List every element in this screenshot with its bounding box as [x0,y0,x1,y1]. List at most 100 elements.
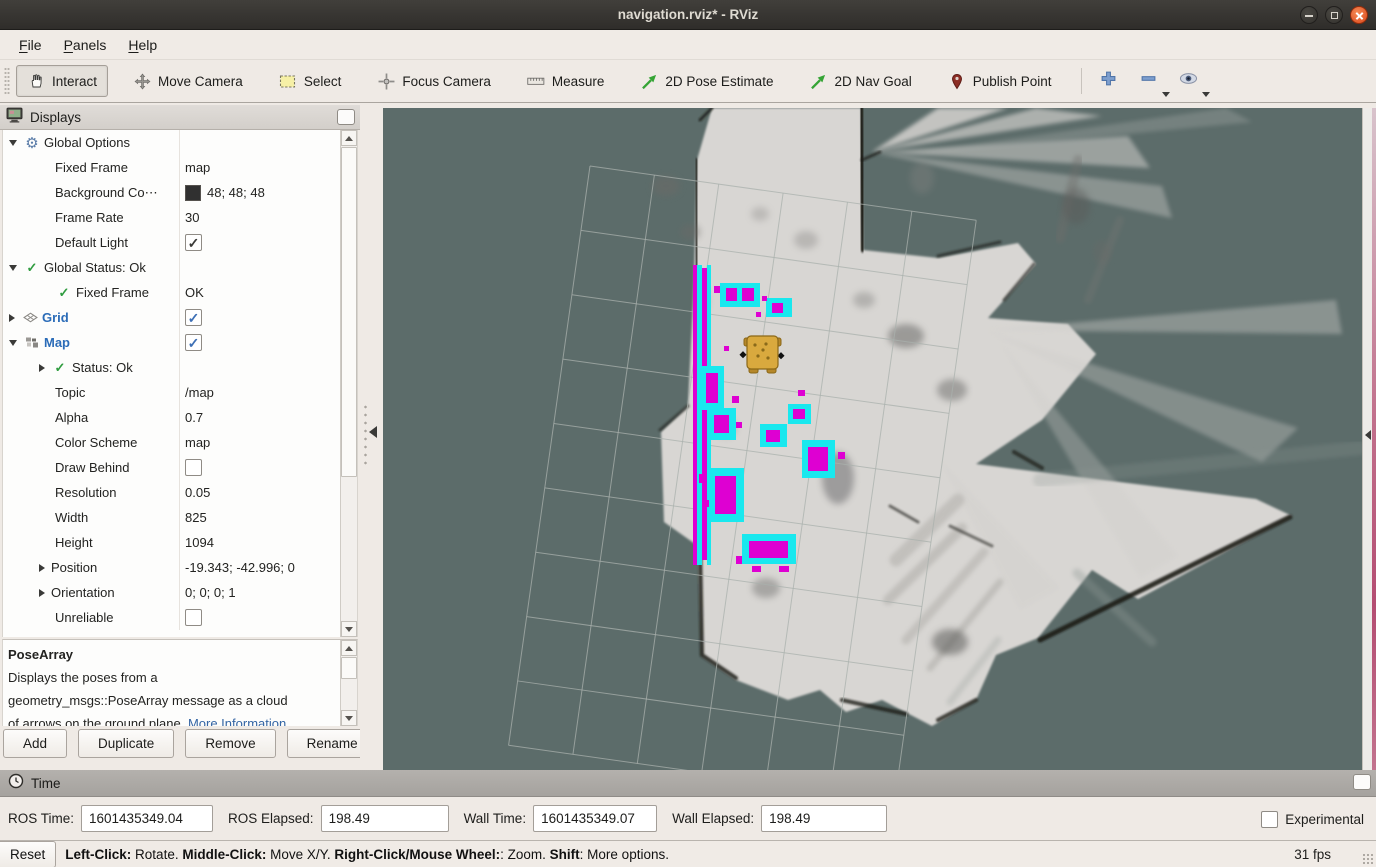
wall-time-input[interactable]: 1601435349.07 [533,805,657,832]
title-bar[interactable]: navigation.rviz* - RViz [0,0,1376,30]
expander-closed-icon[interactable] [9,314,15,322]
property-checkbox[interactable] [185,459,202,476]
scroll-down-icon[interactable] [341,710,357,726]
scrollbar-thumb[interactable] [341,657,357,679]
value-text[interactable]: 0.05 [185,485,210,500]
tool-move-camera[interactable]: Move Camera [122,65,254,97]
displays-scrollbar[interactable] [340,130,357,637]
menu-help[interactable]: Help [117,33,168,57]
tree-row-global-options[interactable]: ⚙Global Options [3,130,357,155]
scrollbar-thumb[interactable] [341,147,357,477]
tool-publish-point[interactable]: Publish Point [937,65,1063,97]
tree-row-orientation[interactable]: Orientation0; 0; 0; 1 [3,580,357,605]
ros-elapsed-input[interactable]: 198.49 [321,805,449,832]
value-text[interactable]: 48; 48; 48 [207,185,265,200]
remove-button[interactable]: Remove [185,729,275,758]
value-text[interactable]: 0; 0; 0; 1 [185,585,236,600]
tree-row-color-scheme[interactable]: Color Schememap [3,430,357,455]
tool-select[interactable]: Select [268,65,353,97]
displays-float-button[interactable] [337,109,355,125]
tree-row-frame-rate[interactable]: Frame Rate30 [3,205,357,230]
splitter-handle[interactable] [363,403,368,469]
expander-closed-icon[interactable] [39,589,45,597]
tree-row-unreliable[interactable]: Unreliable [3,605,357,630]
tree-row-grid[interactable]: Grid✓ [3,305,357,330]
property-checkbox[interactable]: ✓ [185,309,202,326]
tree-row-default-light[interactable]: Default Light✓ [3,230,357,255]
displays-panel-header[interactable]: Displays [0,105,360,130]
costmap-cell [703,500,709,507]
tree-row-alpha[interactable]: Alpha0.7 [3,405,357,430]
value-text[interactable]: 0.7 [185,410,203,425]
experimental-checkbox[interactable] [1261,811,1278,828]
tree-row-background-co[interactable]: Background Co⋯48; 48; 48 [3,180,357,205]
tree-row-resolution[interactable]: Resolution0.05 [3,480,357,505]
description-scrollbar[interactable] [340,640,357,726]
property-value: OK [179,280,340,305]
tree-row-map[interactable]: Map✓ [3,330,357,355]
maximize-icon[interactable] [1325,6,1343,24]
menu-panels[interactable]: Panels [53,33,118,57]
add-tool-button[interactable] [1096,68,1122,94]
chevron-down-icon[interactable] [1202,92,1210,97]
more-information-link[interactable]: More Information [188,716,286,726]
minimize-icon[interactable] [1300,6,1318,24]
tree-row-position[interactable]: Position-19.343; -42.996; 0 [3,555,357,580]
remove-tool-button[interactable] [1136,68,1162,94]
scroll-up-icon[interactable] [341,640,357,656]
scroll-down-icon[interactable] [341,621,357,637]
ros-time-input[interactable]: 1601435349.04 [81,805,213,832]
tree-row-height[interactable]: Height 1094 [3,530,357,555]
collapse-right-arrow-icon[interactable] [1365,430,1371,440]
tree-row-width[interactable]: Width825 [3,505,357,530]
expander-open-icon[interactable] [9,340,17,346]
collapse-left-arrow-icon[interactable] [369,426,377,438]
expander-closed-icon[interactable] [39,364,45,372]
panel-splitter[interactable] [360,103,383,770]
tree-row-global-status-ok[interactable]: ✓Global Status: Ok [3,255,357,280]
expander-closed-icon[interactable] [39,564,45,572]
expander-open-icon[interactable] [9,140,17,146]
property-checkbox[interactable]: ✓ [185,334,202,351]
property-label: Height [55,535,93,550]
tool-measure[interactable]: Measure [516,65,616,97]
add-button[interactable]: Add [3,729,67,758]
scroll-up-icon[interactable] [341,130,357,146]
time-panel-header[interactable]: Time [0,770,1376,797]
value-text[interactable]: map [185,160,210,175]
value-text[interactable]: -19.343; -42.996; 0 [185,560,295,575]
3d-viewport[interactable] [383,108,1362,770]
tree-row-topic[interactable]: Topic/map [3,380,357,405]
property-checkbox[interactable]: ✓ [185,234,202,251]
duplicate-button[interactable]: Duplicate [78,729,174,758]
chevron-down-icon[interactable] [1162,92,1170,97]
toolbar-drag-handle[interactable] [4,67,10,95]
tool-focus-camera[interactable]: Focus Camera [366,65,502,97]
right-panel-splitter[interactable] [1362,108,1372,770]
tree-row-fixed-frame[interactable]: Fixed Framemap [3,155,357,180]
property-checkbox[interactable] [185,609,202,626]
tool-2d-nav-goal[interactable]: 2D Nav Goal [798,65,922,97]
expander-open-icon[interactable] [9,265,17,271]
resize-grip[interactable] [1362,853,1374,865]
value-text[interactable]: OK [185,285,204,300]
tool-interact[interactable]: Interact [16,65,108,97]
value-text[interactable]: 1094 [185,535,214,550]
render-canvas[interactable] [383,108,1362,770]
reset-button[interactable]: Reset [0,841,56,867]
value-text[interactable]: /map [185,385,214,400]
menu-file[interactable]: File [8,33,53,57]
tree-row-draw-behind[interactable]: Draw Behind [3,455,357,480]
color-swatch[interactable] [185,185,201,201]
value-text[interactable]: 825 [185,510,207,525]
tool-2d-pose-estimate[interactable]: 2D Pose Estimate [629,65,784,97]
value-text[interactable]: 30 [185,210,199,225]
tool-visibility-button[interactable] [1176,68,1202,94]
tree-row-status-ok[interactable]: ✓Status: Ok [3,355,357,380]
experimental-label: Experimental [1285,812,1364,827]
wall-elapsed-input[interactable]: 198.49 [761,805,887,832]
tree-row-fixed-frame[interactable]: ✓Fixed FrameOK [3,280,357,305]
close-icon[interactable] [1350,6,1368,24]
time-float-button[interactable] [1353,774,1371,790]
value-text[interactable]: map [185,435,210,450]
